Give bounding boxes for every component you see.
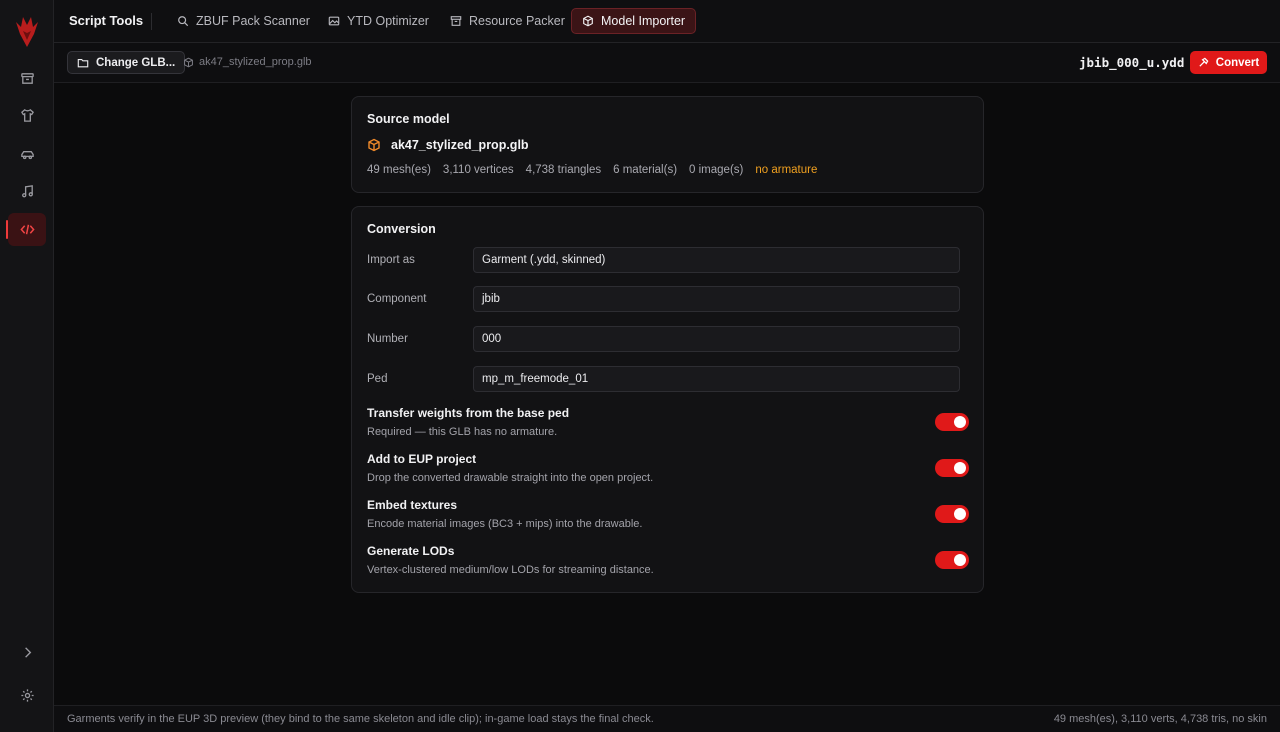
top-bar: Script Tools ZBUF Pack Scanner YTD Optim… <box>54 0 1280 43</box>
transfer-weights-title: Transfer weights from the base ped <box>367 406 570 420</box>
add-to-eup-toggle[interactable] <box>935 459 969 477</box>
change-glb-label: Change GLB... <box>96 56 176 69</box>
tab-ytd-optimizer[interactable]: YTD Optimizer <box>318 8 439 34</box>
tab-label: ZBUF Pack Scanner <box>196 14 310 28</box>
change-glb-button[interactable]: Change GLB... <box>67 51 186 74</box>
status-summary: 49 mesh(es), 3,110 verts, 4,738 tris, no… <box>1053 713 1267 725</box>
cube-icon <box>368 138 380 152</box>
gear-icon <box>20 689 34 702</box>
output-file-name: jbib_000_u.ydd <box>1079 55 1185 70</box>
folder-icon <box>77 58 89 67</box>
stat-vertices: 3,110 vertices <box>442 164 514 176</box>
cube-icon <box>583 15 593 27</box>
image-icon <box>328 16 340 26</box>
sidebar-item-vehicles[interactable] <box>8 138 46 171</box>
number-field[interactable]: 000 <box>473 326 960 352</box>
stat-materials: 6 material(s) <box>613 164 678 176</box>
stat-triangles: 4,738 triangles <box>525 164 602 176</box>
code-icon <box>19 224 35 235</box>
generate-lods-title: Generate LODs <box>367 544 455 558</box>
transfer-weights-toggle[interactable] <box>935 413 969 431</box>
embed-textures-title: Embed textures <box>367 498 458 512</box>
status-bar: Garments verify in the EUP 3D preview (t… <box>54 705 1280 732</box>
source-file: ak47_stylized_prop.glb <box>367 138 529 152</box>
add-to-eup-desc: Drop the converted drawable straight int… <box>367 472 654 484</box>
armature-warning: no armature <box>755 164 818 176</box>
conversion-title: Conversion <box>367 222 436 236</box>
current-file: ak47_stylized_prop.glb <box>183 56 312 68</box>
current-file-name: ak47_stylized_prop.glb <box>199 56 312 68</box>
status-message: Garments verify in the EUP 3D preview (t… <box>67 713 654 725</box>
convert-button[interactable]: Convert <box>1190 51 1267 74</box>
tab-label: Model Importer <box>601 14 686 28</box>
conversion-card: Conversion Import as Garment (.ydd, skin… <box>351 206 984 593</box>
embed-textures-desc: Encode material images (BC3 + mips) into… <box>367 518 643 530</box>
app-title: Script Tools <box>69 13 144 28</box>
import-as-label: Import as <box>367 254 415 266</box>
cube-icon <box>184 57 193 67</box>
embed-textures-toggle[interactable] <box>935 505 969 523</box>
generate-lods-toggle[interactable] <box>935 551 969 569</box>
generate-lods-desc: Vertex-clustered medium/low LODs for str… <box>367 564 654 576</box>
stat-images: 0 image(s) <box>689 164 744 176</box>
toolbar: Change GLB... ak47_stylized_prop.glb jbi… <box>54 43 1280 83</box>
archive-icon <box>20 73 34 84</box>
shirt-icon <box>20 109 34 122</box>
music-icon <box>21 185 33 198</box>
tab-zbuf-pack-scanner[interactable]: ZBUF Pack Scanner <box>167 8 320 34</box>
divider <box>151 13 152 30</box>
source-model-title: Source model <box>367 112 450 126</box>
ped-label: Ped <box>367 373 388 385</box>
sidebar-item-script-tools[interactable] <box>6 213 46 246</box>
logo-icon <box>16 17 38 47</box>
car-icon <box>20 151 34 160</box>
component-label: Component <box>367 293 427 305</box>
model-stats: 49 mesh(es) 3,110 vertices 4,738 triangl… <box>367 164 817 176</box>
source-model-card: Source model ak47_stylized_prop.glb 49 m… <box>351 96 984 193</box>
ped-field[interactable]: mp_m_freemode_01 <box>473 366 960 392</box>
hammer-icon <box>1199 57 1209 67</box>
tab-label: YTD Optimizer <box>347 14 429 28</box>
import-as-select[interactable]: Garment (.ydd, skinned) <box>473 247 960 273</box>
sidebar <box>0 0 54 732</box>
archive-icon <box>450 16 462 26</box>
component-field[interactable]: jbib <box>473 286 960 312</box>
tab-model-importer[interactable]: Model Importer <box>571 8 697 34</box>
chevron-right-icon <box>24 647 31 658</box>
sidebar-item-audio[interactable] <box>8 175 46 208</box>
settings-button[interactable] <box>8 679 46 712</box>
tab-label: Resource Packer <box>469 14 565 28</box>
stat-meshes: 49 mesh(es) <box>367 164 431 176</box>
sidebar-item-clothing[interactable] <box>8 99 46 132</box>
add-to-eup-title: Add to EUP project <box>367 452 477 466</box>
source-file-name: ak47_stylized_prop.glb <box>391 138 529 152</box>
tab-resource-packer[interactable]: Resource Packer <box>440 8 575 34</box>
sidebar-item-packs[interactable] <box>8 62 46 95</box>
search-icon <box>178 16 189 27</box>
expand-sidebar-button[interactable] <box>8 636 46 669</box>
number-label: Number <box>367 333 408 345</box>
convert-label: Convert <box>1215 56 1260 69</box>
transfer-weights-desc: Required — this GLB has no armature. <box>367 426 558 438</box>
